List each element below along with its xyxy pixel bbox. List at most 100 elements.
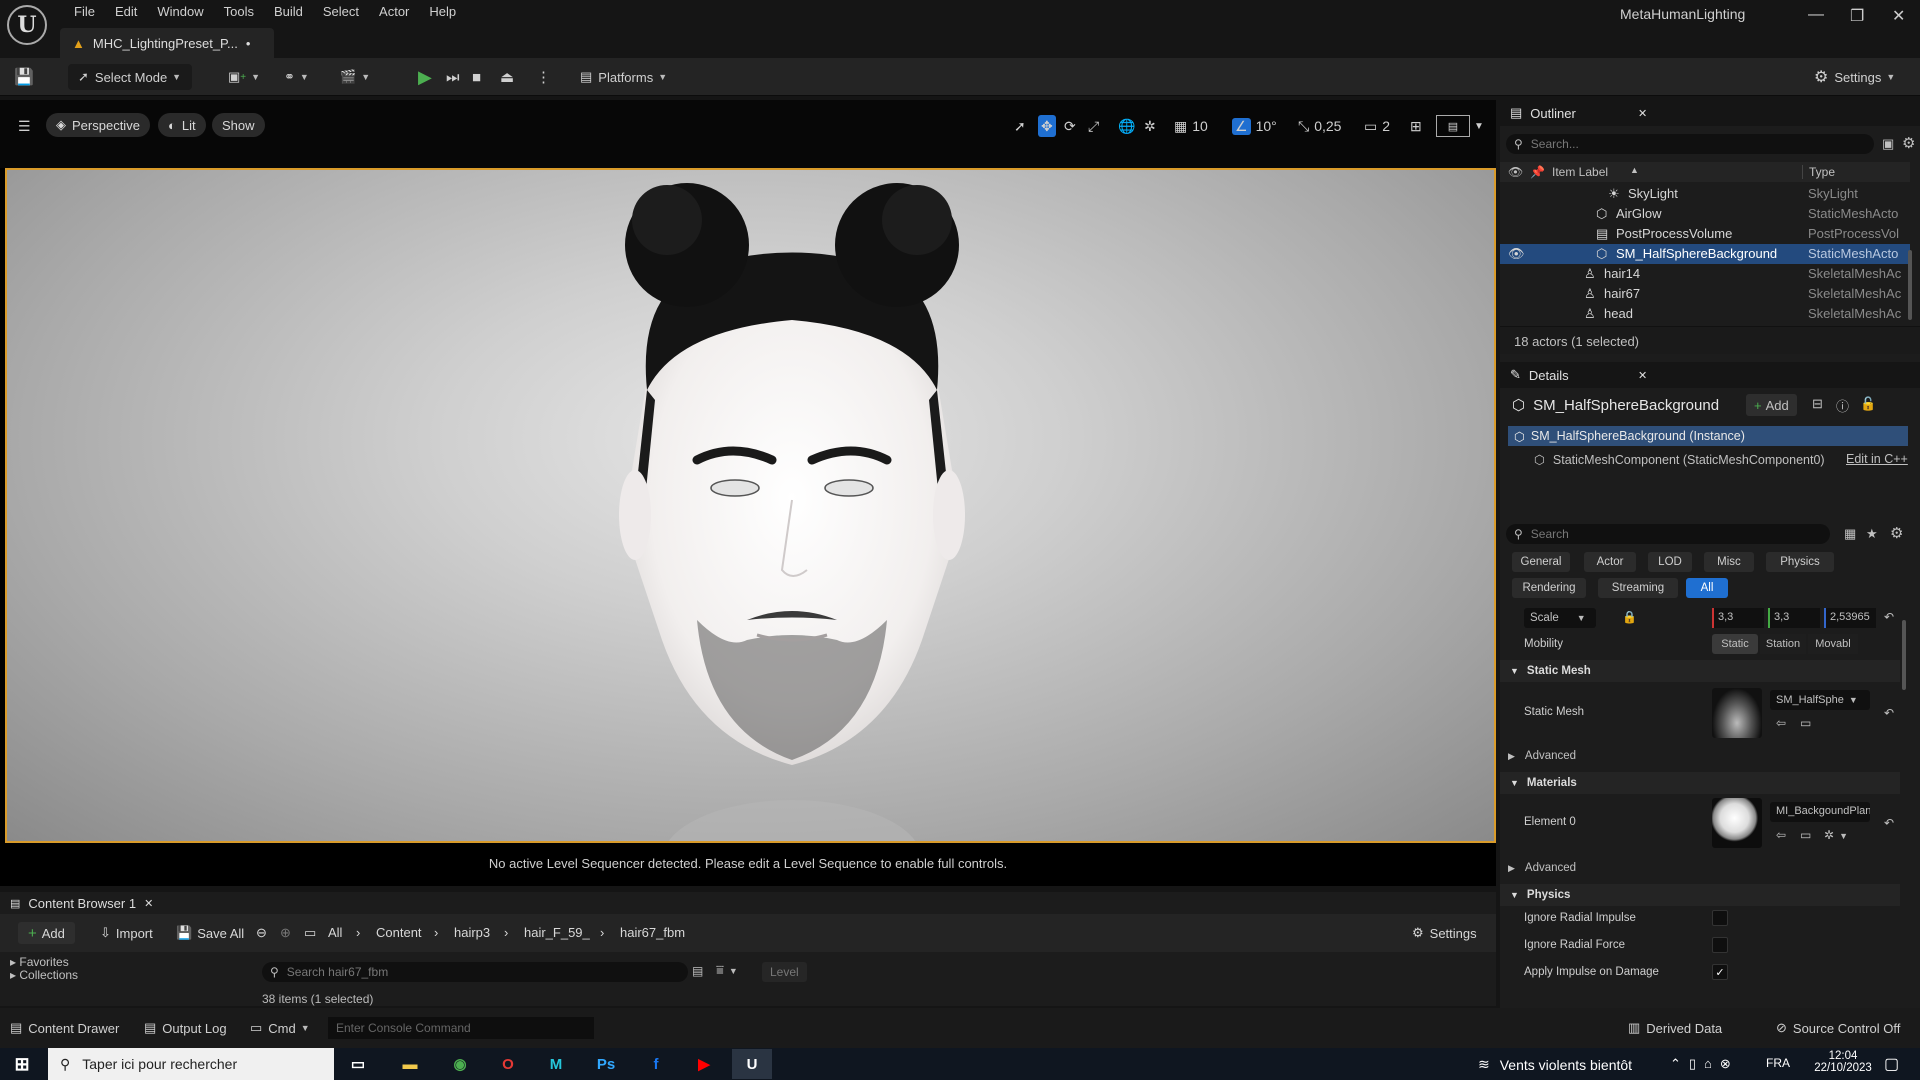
scale-snap-button[interactable]: ⤡ 0,25 (1298, 115, 1341, 137)
derived-data-button[interactable]: ▥ Derived Data (1628, 1017, 1722, 1039)
advanced-row[interactable]: ▶ Advanced (1508, 750, 1576, 762)
chevron-down-icon[interactable]: ▼ (1474, 115, 1484, 137)
material-picker[interactable]: MI_BackgoundPlan (1770, 802, 1870, 822)
tab-streaming[interactable]: Streaming (1598, 578, 1678, 598)
outliner-row-airglow[interactable]: ⬡ AirGlow StaticMeshActo (1500, 204, 1910, 224)
outliner-scrollbar[interactable] (1908, 250, 1912, 320)
task-view-icon[interactable]: ▭ (338, 1049, 378, 1079)
outliner-row-hair67[interactable]: ♙ hair67 SkeletalMeshAc (1500, 284, 1910, 304)
cmd-dropdown[interactable]: ▭ Cmd ▼ (250, 1017, 310, 1039)
star-icon[interactable]: ★ (1866, 526, 1878, 542)
scale-tool-icon[interactable]: ⤢ (1088, 115, 1099, 137)
eject-icon[interactable]: ⏏ (500, 64, 514, 90)
maximize-viewport-icon[interactable]: ⊞ (1410, 115, 1422, 137)
material-thumbnail[interactable] (1712, 798, 1762, 848)
viewport-layout-icon[interactable]: ▤ (1436, 115, 1470, 137)
maya-icon[interactable]: M (536, 1049, 576, 1079)
add-actor-icon[interactable]: ▣ + ▼ (228, 64, 260, 90)
details-tab[interactable]: ✎ Details ✕ (1500, 362, 1920, 388)
stop-icon[interactable]: ■ (472, 64, 481, 90)
menu-file[interactable]: File (64, 2, 105, 24)
reset-icon[interactable]: ↶ (1884, 816, 1894, 830)
asset-search-input[interactable]: ⚲ Search hair67_fbm (262, 962, 688, 982)
folder-icon[interactable]: ▭ (304, 922, 316, 944)
col-type[interactable]: Type (1802, 165, 1835, 179)
section-static-mesh[interactable]: ▼ Static Mesh (1500, 660, 1900, 682)
import-button[interactable]: ⇩ Import (100, 922, 153, 944)
back-icon[interactable]: ⊖ (256, 922, 267, 944)
rotation-snap-button[interactable]: ∠ 10° (1232, 115, 1277, 137)
settings-button[interactable]: ⚙ Settings ▼ (1814, 64, 1895, 90)
console-input[interactable]: Enter Console Command (328, 1017, 594, 1039)
find-in-browser-icon[interactable]: ▭ (1800, 716, 1811, 730)
close-icon[interactable]: ✕ (144, 897, 153, 910)
chrome-icon[interactable]: ◉ (440, 1049, 480, 1079)
gear-icon[interactable]: ⚙ (1890, 524, 1903, 542)
language-indicator[interactable]: FRA (1766, 1056, 1790, 1070)
blueprint-icon[interactable]: ⚭ ▼ (284, 64, 309, 90)
scale-dropdown[interactable]: Scale ▼ (1524, 608, 1596, 628)
outliner-search-input[interactable]: ⚲ Search... (1506, 134, 1874, 154)
tab-all[interactable]: All (1686, 578, 1728, 598)
clock[interactable]: 12:04 22/10/2023 (1810, 1050, 1876, 1074)
lit-button[interactable]: ◐ Lit (158, 113, 206, 137)
details-add-button[interactable]: + Add (1746, 394, 1797, 416)
level-filter-chip[interactable]: Level (762, 962, 807, 982)
blueprint-icon[interactable]: ⊟ (1812, 396, 1823, 412)
static-mesh-thumbnail[interactable] (1712, 688, 1762, 738)
close-icon[interactable]: ✕ (1892, 6, 1905, 26)
details-search-input[interactable]: ⚲ Search (1506, 524, 1830, 544)
find-in-browser-icon[interactable]: ▭ (1800, 828, 1811, 842)
notifications-icon[interactable]: ▢ (1884, 1054, 1899, 1074)
tab-lod[interactable]: LOD (1648, 552, 1692, 572)
perspective-button[interactable]: ◈ Perspective (46, 113, 150, 137)
gear-icon[interactable]: ⚙ (1902, 134, 1915, 152)
scale-x-field[interactable]: 3,3 (1712, 608, 1764, 628)
mobility-movable[interactable]: Movabl (1808, 634, 1858, 654)
unreal-taskbar-icon[interactable]: U (732, 1049, 772, 1079)
crumb-content[interactable]: Content (376, 925, 422, 940)
camera-speed-button[interactable]: ▭ 2 (1364, 115, 1390, 137)
advanced-row[interactable]: ▶ Advanced (1508, 862, 1576, 874)
save-icon[interactable]: 💾 (14, 64, 34, 90)
windows-start-icon[interactable]: ⊞ (2, 1049, 42, 1079)
lock-icon[interactable]: 🔓 (1860, 396, 1876, 412)
photoshop-icon[interactable]: Ps (586, 1049, 626, 1079)
outliner-row-halfsphere[interactable]: 👁 ⬡ SM_HalfSphereBackground StaticMeshAc… (1500, 244, 1910, 264)
more-options-icon[interactable]: ⋮ (536, 64, 551, 90)
mobility-station[interactable]: Station (1760, 634, 1806, 654)
add-button[interactable]: + Add (18, 922, 75, 944)
reset-icon[interactable]: ↶ (1884, 610, 1894, 624)
outliner-row-hair14[interactable]: ♙ hair14 SkeletalMeshAc (1500, 264, 1910, 284)
system-tray-icons[interactable]: ⌃▯⌂⊗ (1670, 1056, 1739, 1072)
col-item-label[interactable]: Item Label (1552, 165, 1608, 179)
visibility-icon[interactable]: 👁 (1508, 246, 1525, 262)
world-space-icon[interactable]: 🌐 (1118, 115, 1135, 137)
ignore-radial-impulse-checkbox[interactable] (1712, 910, 1728, 926)
outliner-row-skylight[interactable]: ☀ SkyLight SkyLight (1500, 184, 1910, 204)
select-mode-dropdown[interactable]: ➚ Select Mode ▼ (68, 64, 192, 90)
menu-tools[interactable]: Tools (214, 2, 264, 24)
minimize-icon[interactable]: — (1808, 6, 1824, 24)
advance-frame-icon[interactable]: ⏭ (446, 64, 460, 90)
show-button[interactable]: Show (212, 113, 265, 137)
ignore-radial-force-checkbox[interactable] (1712, 937, 1728, 953)
outliner-tab[interactable]: ▤ Outliner ✕ (1500, 100, 1920, 126)
close-icon[interactable]: ✕ (1638, 107, 1647, 120)
platforms-dropdown[interactable]: ▤ Platforms ▼ (580, 64, 667, 90)
table-view-icon[interactable]: ▦ (1844, 526, 1856, 542)
component-instance-row[interactable]: ⬡ SM_HalfSphereBackground (Instance) (1508, 426, 1908, 446)
play-icon[interactable]: ▶ (418, 64, 432, 90)
outliner-row-postprocess[interactable]: ▤ PostProcessVolume PostProcessVol (1500, 224, 1910, 244)
section-materials[interactable]: ▼ Materials (1500, 772, 1900, 794)
help-icon[interactable]: ⓘ (1836, 396, 1849, 415)
close-icon[interactable]: ✕ (1638, 369, 1647, 382)
menu-help[interactable]: Help (419, 2, 466, 24)
static-mesh-picker[interactable]: SM_HalfSphe ▼ (1770, 690, 1870, 710)
section-physics[interactable]: ▼ Physics (1500, 884, 1900, 906)
tab-general[interactable]: General (1512, 552, 1570, 572)
save-all-button[interactable]: 💾 Save All (176, 922, 244, 944)
tab-rendering[interactable]: Rendering (1512, 578, 1586, 598)
cinematics-icon[interactable]: 🎬 ▼ (340, 64, 370, 90)
browse-asset-icon[interactable]: ⇦ (1776, 716, 1786, 730)
